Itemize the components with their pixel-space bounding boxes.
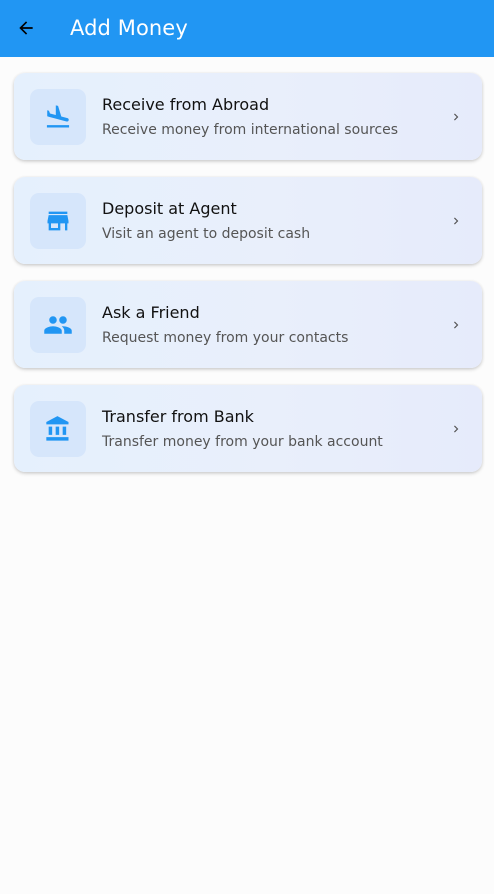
chevron-right-icon: [446, 210, 466, 232]
people-icon: [44, 316, 72, 334]
back-button[interactable]: [12, 14, 40, 42]
option-subtitle: Visit an agent to deposit cash: [102, 226, 311, 242]
chevron-right-icon: [446, 106, 466, 128]
option-subtitle: Receive money from international sources: [102, 122, 399, 138]
option-deposit-at-agent[interactable]: Deposit at Agent Visit an agent to depos…: [14, 177, 482, 264]
option-receive-from-abroad[interactable]: Receive from Abroad Receive money from i…: [14, 73, 482, 160]
add-money-options-list: Receive from Abroad Receive money from i…: [14, 73, 482, 489]
option-ask-a-friend[interactable]: Ask a Friend Request money from your con…: [14, 281, 482, 368]
option-title: Deposit at Agent: [102, 199, 237, 218]
arrow-back-icon: [19, 21, 33, 35]
option-title: Receive from Abroad: [102, 95, 270, 114]
option-icon-box: [30, 297, 86, 353]
flight-land-icon: [46, 105, 70, 128]
option-icon-box: [30, 401, 86, 457]
option-icon-box: [30, 193, 86, 249]
bank-icon: [46, 416, 69, 441]
option-title: Ask a Friend: [102, 303, 200, 322]
option-title: Transfer from Bank: [102, 407, 254, 426]
chevron-right-icon: [446, 418, 466, 440]
chevron-right-icon: [446, 314, 466, 336]
option-icon-box: [30, 89, 86, 145]
page-title: Add Money: [70, 16, 188, 40]
option-transfer-from-bank[interactable]: Transfer from Bank Transfer money from y…: [14, 385, 482, 472]
option-subtitle: Transfer money from your bank account: [102, 434, 383, 450]
store-icon: [47, 211, 69, 231]
option-subtitle: Request money from your contacts: [102, 330, 349, 346]
app-bar: Add Money: [0, 0, 494, 57]
